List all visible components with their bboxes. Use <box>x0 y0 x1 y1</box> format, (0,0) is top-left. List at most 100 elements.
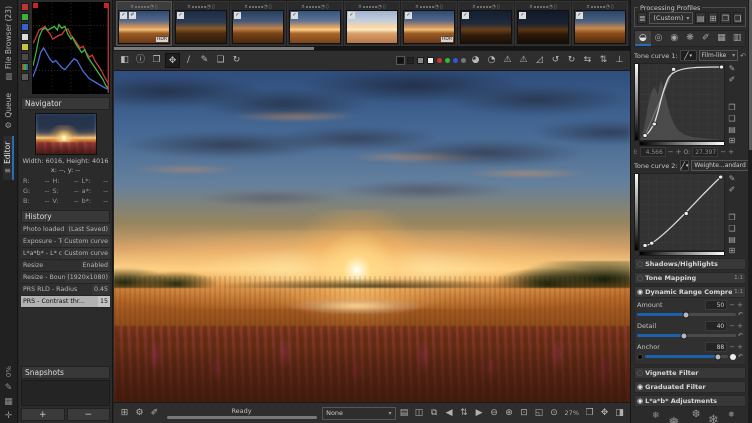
slider-reset-button[interactable]: ↶ <box>738 353 743 360</box>
info-button[interactable]: ⓘ <box>133 53 148 68</box>
luma-channel-toggle[interactable] <box>461 58 466 63</box>
copy-curve-icon[interactable]: ❐ <box>728 212 735 223</box>
hand-tool-button[interactable]: ✥ <box>165 53 180 68</box>
sharpen-mask-button[interactable]: ◔ <box>484 53 499 68</box>
tab-detail[interactable]: ◎ <box>651 31 667 46</box>
bg-color-white-swatch[interactable] <box>427 57 434 64</box>
zoom-out-button[interactable]: ⊖ <box>488 406 501 421</box>
crop-tool-button[interactable]: ❏ <box>213 53 228 68</box>
tool-graduated-filter[interactable]: ◉ Graduated Filter <box>634 381 746 393</box>
key-icon[interactable]: ¤ <box>472 4 475 10</box>
filmstrip-thumb[interactable]: ¤ ◔ ▯ ✓ <box>230 1 286 46</box>
trash-icon[interactable]: ▯ <box>383 4 386 10</box>
save-curve-icon[interactable]: ⊞ <box>729 135 736 146</box>
image-canvas[interactable] <box>114 71 630 402</box>
clock-icon[interactable]: ◔ <box>435 4 439 10</box>
load-curve-icon[interactable]: ▤ <box>728 124 736 135</box>
right-panel-scrollbar-thumb[interactable] <box>748 0 752 150</box>
shadow-clipping-button[interactable]: ⚠ <box>500 53 515 68</box>
clock-icon[interactable]: ◔ <box>492 4 496 10</box>
history-row[interactable]: Resize - Bounding...(1920x1080) <box>21 272 110 284</box>
trash-icon[interactable]: ▯ <box>497 4 500 10</box>
trash-icon[interactable]: ▯ <box>440 4 443 10</box>
histogram-raw-toggle[interactable] <box>21 53 29 61</box>
histogram-luma-toggle[interactable] <box>21 33 29 41</box>
output-value-field[interactable]: 27.397 <box>692 147 719 157</box>
filmstrip-thumb[interactable]: ¤ ◔ ▯ ✓ <box>572 1 628 46</box>
filmstrip-thumb[interactable]: ¤ ◔ ▯ ✓ HDR <box>401 1 457 46</box>
crosshair-icon[interactable]: ✛ <box>5 409 13 423</box>
zoom-fit-button[interactable]: ⊡ <box>518 406 531 421</box>
power-icon[interactable]: ○ <box>637 260 643 268</box>
slider-track[interactable] <box>645 353 728 360</box>
key-icon[interactable]: ¤ <box>130 4 133 10</box>
history-row[interactable]: PRS RLD - Radius 0.45 <box>21 284 110 296</box>
add-to-queue-button[interactable]: ⚙ <box>133 406 146 421</box>
zoom-fit-crop-button[interactable]: ◱ <box>533 406 546 421</box>
key-icon[interactable]: ¤ <box>301 4 304 10</box>
split-view-button[interactable]: ⧉ <box>428 406 441 421</box>
right-panel-scrollbar[interactable] <box>748 0 752 423</box>
copy-profile-button[interactable]: ❐ <box>720 12 731 24</box>
edit-point-icon[interactable]: ✎ <box>729 63 736 74</box>
external-editor-button[interactable]: ✐ <box>148 406 161 421</box>
curve2-plot[interactable] <box>639 173 725 251</box>
next-image-button[interactable]: ▶ <box>473 406 486 421</box>
flip-vertical-button[interactable]: ⇅ <box>596 53 611 68</box>
clock-icon[interactable]: ◔ <box>549 4 553 10</box>
power-icon[interactable]: ○ <box>637 369 643 377</box>
slider-value-field[interactable]: 50 <box>705 300 728 310</box>
copy-curve-icon[interactable]: ❐ <box>728 102 735 113</box>
power-icon[interactable]: ◉ <box>637 397 643 405</box>
edit-pixel-icon[interactable]: ✐ <box>729 184 736 195</box>
color-picker-tool-button[interactable]: ✎ <box>197 53 212 68</box>
history-row-selected[interactable]: PRS - Contrast thr... 15 <box>21 296 110 308</box>
curve2-mode-select[interactable]: Weighte...andard▾ <box>691 160 752 171</box>
key-icon[interactable]: ¤ <box>586 4 589 10</box>
tab-exposure[interactable]: ◒ <box>635 31 651 46</box>
save-curve-icon[interactable]: ⊞ <box>729 245 736 256</box>
green-channel-toggle[interactable] <box>445 58 450 63</box>
remove-snapshot-button[interactable]: − <box>66 408 110 421</box>
trash-icon[interactable]: ▯ <box>611 4 614 10</box>
blue-channel-toggle[interactable] <box>453 58 458 63</box>
snapshots-list[interactable] <box>21 380 110 406</box>
profile-menu-button[interactable]: ≣ <box>637 12 648 24</box>
key-icon[interactable]: ¤ <box>529 4 532 10</box>
power-icon[interactable]: ○ <box>637 274 643 282</box>
preview-chart-button[interactable]: ◿ <box>532 53 547 68</box>
paste-profile-button[interactable]: ❑ <box>732 12 744 24</box>
clock-icon[interactable]: ◔ <box>207 4 211 10</box>
tab-color[interactable]: ◉ <box>666 31 682 46</box>
clock-icon[interactable]: ◔ <box>606 4 610 10</box>
history-row[interactable]: Exposure - Tone c...Custom curve <box>21 236 110 248</box>
slider-value-field[interactable]: 88 <box>705 342 728 352</box>
slider-handle[interactable] <box>682 311 690 318</box>
filmstrip-thumb[interactable]: ¤ ◔ ▯ ✓ ✐ HDR <box>116 1 172 46</box>
profile-select[interactable]: (Custom) ▾ <box>649 12 694 24</box>
save-profile-button[interactable]: ⊞ <box>707 12 719 24</box>
trash-icon[interactable]: ▯ <box>155 4 158 10</box>
edit-pixel-icon[interactable]: ✐ <box>729 74 736 85</box>
fullscreen-button[interactable]: ✥ <box>598 406 611 421</box>
history-row[interactable]: Resize Enabled <box>21 260 110 272</box>
slider-track[interactable] <box>637 311 736 318</box>
curve1-reset-button[interactable]: ↶ <box>740 52 746 60</box>
histogram-red-toggle[interactable] <box>21 3 29 11</box>
paste-curve-icon[interactable]: ❑ <box>728 113 735 124</box>
detail-window-button[interactable]: ❒ <box>583 406 596 421</box>
level-button[interactable]: ⊥ <box>612 53 627 68</box>
key-icon[interactable]: ¤ <box>187 4 190 10</box>
minus-spinner[interactable]: − <box>720 148 726 156</box>
histogram-mode-toggle[interactable] <box>21 73 29 81</box>
tone-curve1-editor[interactable]: ✎ ✐ ❐ ❑ ▤ ⊞ <box>634 63 746 146</box>
rotate-ccw-button[interactable]: ↺ <box>548 53 563 68</box>
trash-icon[interactable]: ▯ <box>212 4 215 10</box>
key-icon[interactable]: ¤ <box>358 4 361 10</box>
red-channel-toggle[interactable] <box>437 58 442 63</box>
tab-advanced[interactable]: ❋ <box>682 31 698 46</box>
tool-dynamic-range-compression[interactable]: ◉ Dynamic Range Compression 1:1 <box>634 286 746 298</box>
key-icon[interactable]: ¤ <box>244 4 247 10</box>
tab-raw[interactable]: ▦ <box>714 31 730 46</box>
zoom-in-button[interactable]: ⊕ <box>503 406 516 421</box>
